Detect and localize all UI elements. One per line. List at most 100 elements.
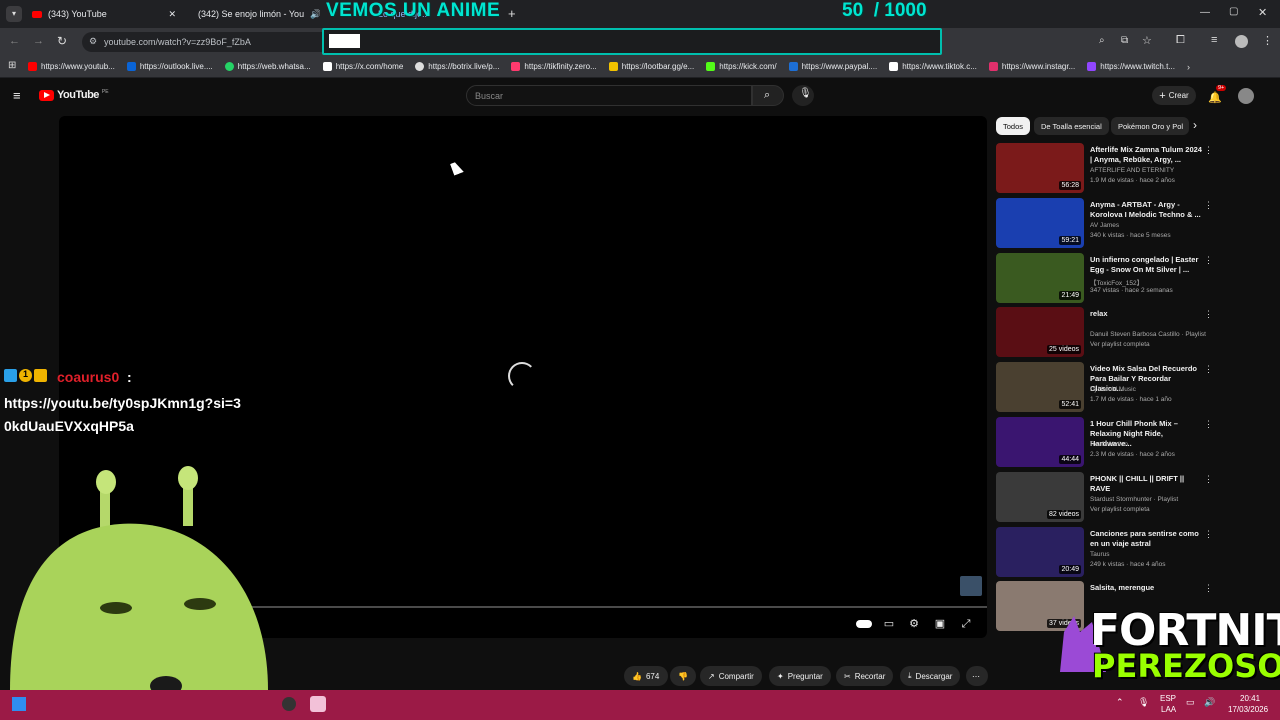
tray-chevron-up-icon[interactable]: ⌃ (1116, 697, 1124, 708)
video-thumbnail[interactable]: 59:21 (996, 198, 1084, 248)
hamburger-menu-icon[interactable]: ≡ (13, 88, 21, 103)
browser-tab-1[interactable]: (343) YouTube ✕ (26, 4, 182, 24)
bookmark-item[interactable]: https://lootbar.gg/e... (608, 62, 694, 71)
more-options-icon[interactable]: ⋮ (1204, 529, 1213, 540)
bookmark-item[interactable]: https://tikfinity.zero... (511, 62, 597, 71)
channel-name[interactable]: Stardust Stormhunter · Playlist (1090, 496, 1178, 503)
video-thumbnail[interactable]: 56:28 (996, 143, 1084, 193)
theater-mode-icon[interactable]: ▣ (933, 617, 947, 631)
forward-icon[interactable]: → (33, 35, 44, 47)
recommendation-item[interactable]: 25 videos relax Danuil Steven Barbosa Cast… (996, 307, 1213, 359)
maximize-icon[interactable]: ▢ (1229, 6, 1238, 17)
fullscreen-icon[interactable]: ⤢ (959, 617, 973, 631)
share-button[interactable]: ↗ Compartir (700, 666, 762, 686)
recommendation-item[interactable]: 21:49 Un infierno congelado | Easter Egg … (996, 253, 1213, 305)
close-window-icon[interactable]: ✕ (1258, 6, 1267, 19)
taskbar-clock[interactable]: 20:41 (1240, 694, 1260, 703)
more-options-icon[interactable]: ⋮ (1204, 364, 1213, 375)
more-options-icon[interactable]: ⋮ (1204, 255, 1213, 266)
channel-name[interactable]: Taurus (1090, 551, 1110, 558)
close-tab-icon[interactable]: ✕ (168, 9, 176, 20)
video-thumbnail[interactable]: 82 videos (996, 472, 1084, 522)
bookmark-star-icon[interactable]: ☆ (1142, 34, 1152, 47)
more-options-icon[interactable]: ⋮ (1204, 145, 1213, 156)
browser-tab-2[interactable]: (342) Se enojo limón - You 🔊 (186, 4, 320, 24)
clip-button[interactable]: ✂ Recortar (836, 666, 894, 686)
install-icon[interactable]: ⧉ (1121, 35, 1128, 46)
site-info-icon[interactable]: ⚙ (89, 36, 97, 47)
video-title[interactable]: Salsita, merengue (1090, 583, 1206, 593)
more-options-icon[interactable]: ⋮ (1204, 583, 1213, 594)
channel-name[interactable]: AV James (1090, 222, 1119, 229)
bookmark-item[interactable]: https://x.com/home (322, 62, 403, 71)
video-title[interactable]: PHONK || CHILL || DRIFT || RAVE (1090, 474, 1206, 494)
notifications-button[interactable]: 🔔 9+ (1208, 85, 1227, 104)
taskbar-app-icon[interactable] (282, 697, 296, 711)
back-icon[interactable]: ← (9, 35, 20, 47)
extensions-icon[interactable]: ⧠ (1176, 34, 1185, 47)
taskbar-date[interactable]: 17/03/2026 (1228, 705, 1268, 714)
recommendation-item[interactable]: 20:49 Canciones para sentirse como en un … (996, 527, 1213, 579)
windows-start-icon[interactable] (12, 697, 26, 711)
chip-pokemon[interactable]: Pokémon Oro y Pol (1111, 117, 1189, 135)
tray-volume-icon[interactable]: 🔊 (1204, 697, 1215, 708)
video-title[interactable]: relax (1090, 309, 1206, 319)
more-actions-button[interactable]: ⋯ (966, 666, 988, 686)
autoplay-toggle[interactable] (855, 617, 873, 631)
search-button[interactable]: ⌕ (752, 85, 784, 106)
tray-network-icon[interactable]: ▭ (1186, 697, 1195, 708)
more-options-icon[interactable]: ⋮ (1204, 200, 1213, 211)
taskbar-app-icon[interactable] (310, 696, 326, 712)
channel-name[interactable]: Reefa Nation (1090, 441, 1128, 448)
bookmark-item[interactable]: https://outlook.live.... (126, 62, 213, 71)
voice-search-button[interactable]: 🎙 (792, 85, 814, 106)
channel-name[interactable]: AFTERLIFE AND ETERNITY (1090, 167, 1174, 174)
chevron-right-icon[interactable]: › (1193, 118, 1197, 132)
minimize-icon[interactable]: — (1200, 7, 1210, 18)
recommendation-item[interactable]: 59:21 Anyma - ARTBAT - Argy - Korolova I … (996, 198, 1213, 250)
video-title[interactable]: Un infierno congelado | Easter Egg - Sno… (1090, 255, 1206, 275)
bookmark-item[interactable]: https://www.instagr... (988, 62, 1075, 71)
apps-grid-icon[interactable]: ⊞ (8, 60, 16, 71)
profile-avatar[interactable] (1235, 35, 1248, 48)
bookmark-item[interactable]: https://kick.com/ (706, 62, 777, 71)
channel-name[interactable]: Dj Harold Music (1090, 386, 1136, 393)
search-input[interactable]: Buscar (466, 85, 752, 106)
tab-search-button[interactable]: ▾ (6, 6, 22, 22)
bookmark-item[interactable]: https://www.tiktok.c... (889, 62, 977, 71)
video-title[interactable]: Afterlife Mix Zamna Tulum 2024 | Anyma, … (1090, 145, 1206, 165)
tray-mic-icon[interactable]: 🎙 (1138, 697, 1149, 708)
video-title[interactable]: Anyma - ARTBAT - Argy - Korolova I Melod… (1090, 200, 1206, 220)
new-tab-icon[interactable]: + (508, 6, 516, 21)
video-title[interactable]: Canciones para sentirse como en un viaje… (1090, 529, 1206, 549)
chip-todos[interactable]: Todos (996, 117, 1031, 135)
dislike-button[interactable]: 👎 (670, 666, 696, 686)
channel-name[interactable]: Danuil Steven Barbosa Castillo · Playlis… (1090, 331, 1206, 338)
bookmark-item[interactable]: https://www.paypal.... (788, 62, 877, 71)
youtube-logo[interactable]: YouTube PE (39, 89, 109, 101)
keyboard-lang[interactable]: ESP (1160, 694, 1176, 703)
video-thumbnail[interactable]: 20:49 (996, 527, 1084, 577)
settings-gear-icon[interactable]: ⚙ (907, 617, 921, 631)
reading-list-icon[interactable]: ≡ (1211, 34, 1217, 46)
bookmarks-overflow-icon[interactable]: › (1187, 62, 1190, 72)
recommendation-item[interactable]: 44:44 1 Hour Chill Phonk Mix – Relaxing N… (996, 417, 1213, 469)
ask-button[interactable]: ✦ Preguntar (769, 666, 831, 686)
bookmark-item[interactable]: https://web.whatsa... (224, 62, 311, 71)
bookmark-item[interactable]: https://botrix.live/p... (415, 62, 499, 71)
more-options-icon[interactable]: ⋮ (1204, 419, 1213, 430)
video-thumbnail[interactable]: 21:49 (996, 253, 1084, 303)
bookmark-item[interactable]: https://www.twitch.t... (1087, 62, 1175, 71)
video-thumbnail[interactable]: 25 videos (996, 307, 1084, 357)
recommendation-item[interactable]: 82 videos PHONK || CHILL || DRIFT || RAVE… (996, 472, 1213, 524)
subtitles-icon[interactable]: ▭ (882, 617, 896, 631)
reload-icon[interactable]: ↻ (57, 34, 67, 48)
download-button[interactable]: ⤓ Descargar (900, 666, 961, 686)
bookmark-item[interactable]: https://www.youtub... (28, 62, 115, 71)
recommendation-item[interactable]: 56:28 Afterlife Mix Zamna Tulum 2024 | An… (996, 143, 1213, 195)
chip-toalla[interactable]: De Toalla esencial (1034, 117, 1109, 135)
channel-name[interactable]: 【ToxicFox_152】 (1090, 277, 1143, 287)
speaker-icon[interactable]: 🔊 (310, 9, 320, 20)
video-thumbnail[interactable]: 52:41 (996, 362, 1084, 412)
recommendation-item[interactable]: 52:41 Video Mix Salsa Del Recuerdo Para B… (996, 362, 1213, 414)
